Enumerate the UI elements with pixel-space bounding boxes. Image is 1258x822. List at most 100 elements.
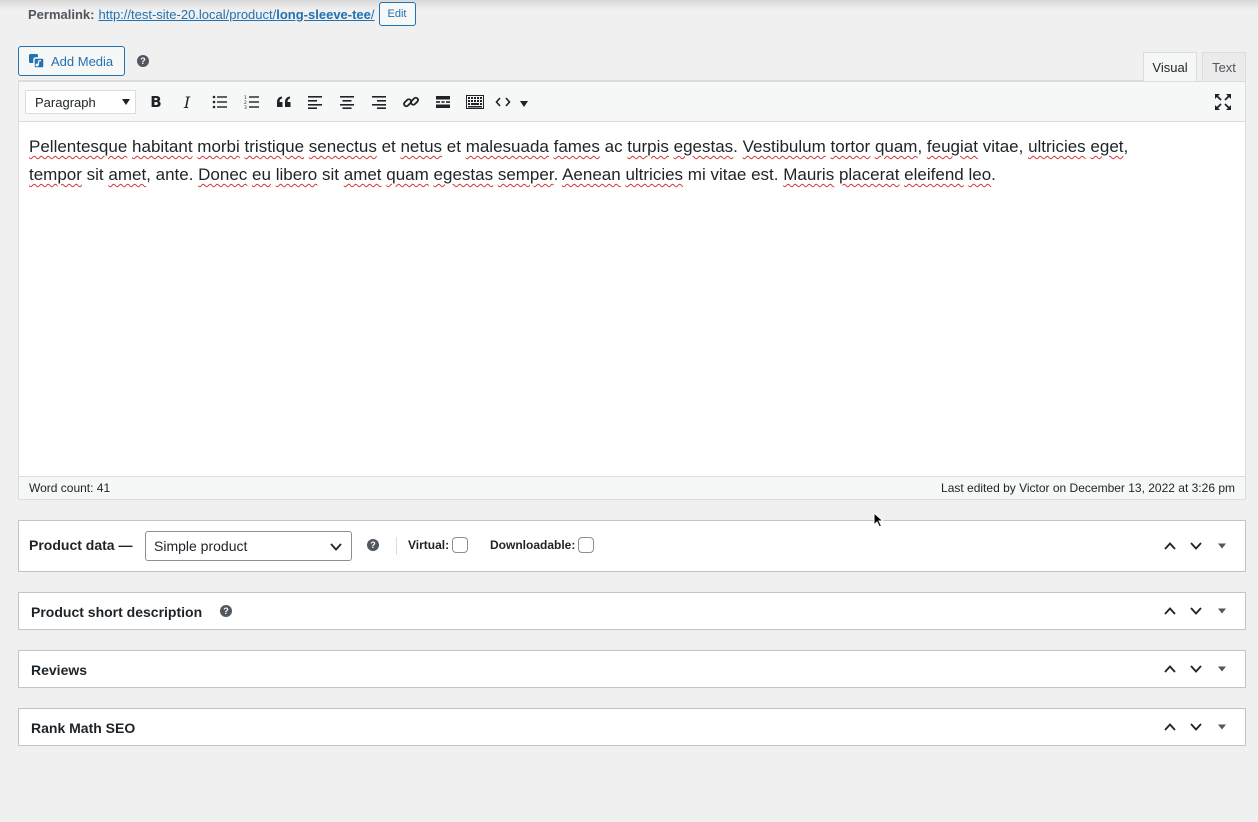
misspelled-word: ultricies — [625, 165, 684, 184]
code-icon — [495, 97, 511, 107]
read-more-button[interactable] — [431, 91, 455, 113]
move-down-button[interactable] — [1183, 659, 1209, 679]
bold-button[interactable]: B — [144, 91, 168, 113]
align-right-icon — [372, 96, 386, 109]
misspelled-word: libero — [275, 165, 318, 184]
downloadable-checkbox[interactable] — [578, 537, 595, 553]
numbered-list-button[interactable]: 123 — [240, 91, 264, 113]
link-button[interactable] — [399, 91, 423, 113]
move-up-button[interactable] — [1157, 659, 1183, 679]
move-up-button[interactable] — [1157, 601, 1183, 621]
read-more-icon — [436, 96, 450, 108]
chevron-down-icon — [330, 543, 342, 551]
text-run: mi vitae est. — [683, 165, 784, 184]
link-icon — [403, 96, 419, 108]
virtual-label[interactable]: Virtual: — [408, 537, 469, 553]
text-run: vitae, — [977, 137, 1029, 156]
help-icon[interactable]: ? — [220, 605, 232, 617]
permalink-link[interactable]: http://test-site-20.local/product/long-s… — [98, 7, 374, 22]
misspelled-word: egestas — [433, 165, 494, 184]
chevron-down-icon — [1190, 542, 1202, 550]
misspelled-word: amet — [343, 165, 382, 184]
misspelled-word: quam — [386, 165, 429, 184]
text-run: . — [553, 165, 563, 184]
divider — [396, 537, 397, 555]
help-icon[interactable]: ? — [137, 55, 149, 67]
text-run: , ante. — [146, 165, 199, 184]
misspelled-word: eleifend — [904, 165, 964, 184]
toggle-panel-button[interactable] — [1209, 536, 1235, 556]
box-controls — [1157, 659, 1235, 679]
move-up-button[interactable] — [1157, 536, 1183, 556]
fullscreen-button[interactable] — [1211, 91, 1235, 113]
toolbar-toggle-button[interactable] — [463, 91, 487, 113]
misspelled-word: leo — [968, 165, 992, 184]
caret-down-icon — [1218, 608, 1226, 614]
italic-button[interactable]: I — [175, 91, 199, 113]
move-down-button[interactable] — [1183, 717, 1209, 737]
toggle-panel-button[interactable] — [1209, 601, 1235, 621]
chevron-up-icon — [1164, 723, 1176, 731]
move-up-button[interactable] — [1157, 717, 1183, 737]
editor-status-bar: Word count: 41 Last edited by Victor on … — [19, 476, 1245, 499]
product-short-description-box: Product short description ? — [18, 592, 1246, 630]
fullscreen-icon — [1215, 94, 1231, 110]
misspelled-word: tempor — [29, 165, 82, 184]
help-icon[interactable]: ? — [367, 539, 379, 551]
tab-text[interactable]: Text — [1202, 52, 1246, 81]
format-select[interactable]: Paragraph — [25, 90, 136, 114]
misspelled-word: quam — [874, 137, 918, 156]
keyboard-icon — [466, 95, 484, 109]
blockquote-button[interactable] — [272, 91, 296, 113]
misspelled-word: Pellentesque — [29, 137, 128, 156]
align-center-icon — [340, 96, 354, 109]
add-media-button[interactable]: Add Media — [18, 46, 125, 76]
mouse-cursor-icon — [873, 512, 884, 528]
move-down-button[interactable] — [1183, 536, 1209, 556]
permalink-edit-button[interactable]: Edit — [378, 2, 416, 26]
bulleted-list-button[interactable] — [208, 91, 232, 113]
downloadable-label[interactable]: Downloadable: — [490, 537, 595, 553]
editor: Paragraph B I 123 Pellentesque habitant … — [18, 81, 1246, 500]
rank-math-seo-box: Rank Math SEO — [18, 708, 1246, 746]
editor-paragraph-line-2: tempor sit amet, ante. Donec eu libero s… — [29, 161, 1235, 189]
product-data-box: Product data — Simple product ? Virtual:… — [18, 520, 1246, 572]
product-data-title: Product data — — [29, 537, 133, 553]
reviews-box: Reviews — [18, 650, 1246, 688]
editor-content[interactable]: Pellentesque habitant morbi tristique se… — [19, 122, 1245, 476]
permalink-row: Permalink: http://test-site-20.local/pro… — [28, 2, 416, 26]
align-center-button[interactable] — [335, 91, 359, 113]
align-left-button[interactable] — [303, 91, 327, 113]
last-edited: Last edited by Victor on December 13, 20… — [941, 481, 1235, 495]
editor-paragraph-line-1: Pellentesque habitant morbi tristique se… — [29, 133, 1235, 161]
product-type-value: Simple product — [154, 538, 248, 554]
text-run: sit — [317, 165, 344, 184]
product-type-select[interactable]: Simple product — [145, 531, 352, 561]
text-run: ac — [599, 137, 628, 156]
chevron-up-icon — [1164, 607, 1176, 615]
text-run: , — [917, 137, 927, 156]
caret-down-icon — [1218, 724, 1226, 730]
downloadable-label-text: Downloadable: — [490, 538, 576, 552]
caret-down-icon — [1218, 666, 1226, 672]
toggle-panel-button[interactable] — [1209, 659, 1235, 679]
tab-visual[interactable]: Visual — [1143, 52, 1197, 81]
misspelled-word: turpis — [627, 137, 669, 156]
caret-down-icon — [1218, 543, 1226, 549]
misspelled-word: ultricies — [1028, 137, 1086, 156]
text-run: , — [1123, 137, 1129, 156]
numbered-list-icon: 123 — [244, 95, 259, 109]
text-run: . — [991, 165, 996, 184]
move-down-button[interactable] — [1183, 601, 1209, 621]
text-run: . — [733, 137, 743, 156]
virtual-checkbox[interactable] — [452, 537, 469, 553]
code-button[interactable] — [495, 91, 535, 113]
text-run: et — [442, 137, 466, 156]
box-controls — [1157, 717, 1235, 737]
misspelled-word: Vestibulum — [742, 137, 826, 156]
misspelled-word: Donec — [198, 165, 248, 184]
misspelled-word: placerat — [838, 165, 900, 184]
align-right-button[interactable] — [367, 91, 391, 113]
svg-text:3: 3 — [244, 105, 247, 109]
toggle-panel-button[interactable] — [1209, 717, 1235, 737]
